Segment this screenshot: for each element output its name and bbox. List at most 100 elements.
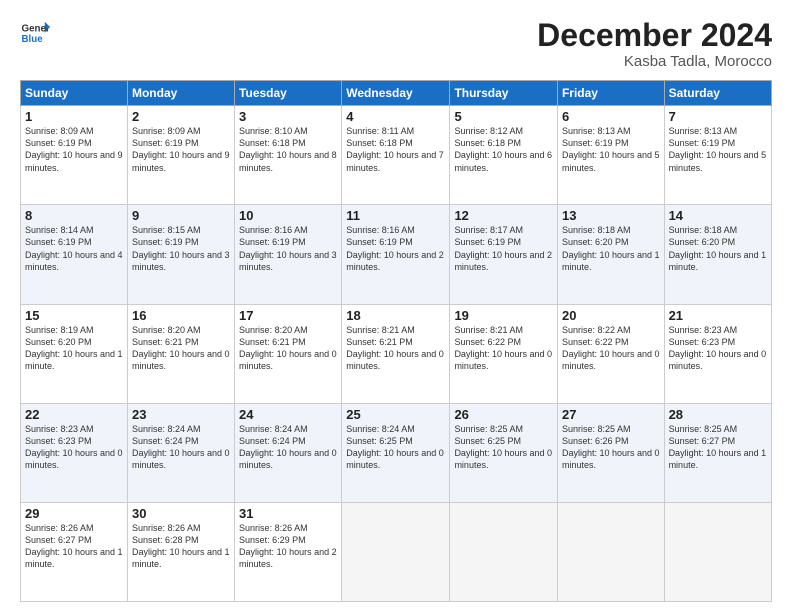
day-number: 20 xyxy=(562,308,660,323)
calendar-cell: 26Sunrise: 8:25 AMSunset: 6:25 PMDayligh… xyxy=(450,403,558,502)
day-info: Sunrise: 8:09 AMSunset: 6:19 PMDaylight:… xyxy=(25,125,123,174)
calendar-week-row: 8Sunrise: 8:14 AMSunset: 6:19 PMDaylight… xyxy=(21,205,772,304)
calendar-cell xyxy=(450,502,558,601)
calendar-cell: 27Sunrise: 8:25 AMSunset: 6:26 PMDayligh… xyxy=(557,403,664,502)
calendar-cell: 13Sunrise: 8:18 AMSunset: 6:20 PMDayligh… xyxy=(557,205,664,304)
day-number: 6 xyxy=(562,109,660,124)
day-number: 3 xyxy=(239,109,337,124)
day-number: 30 xyxy=(132,506,230,521)
day-number: 10 xyxy=(239,208,337,223)
day-info: Sunrise: 8:18 AMSunset: 6:20 PMDaylight:… xyxy=(562,224,660,273)
calendar-cell: 11Sunrise: 8:16 AMSunset: 6:19 PMDayligh… xyxy=(342,205,450,304)
day-info: Sunrise: 8:12 AMSunset: 6:18 PMDaylight:… xyxy=(454,125,553,174)
day-info: Sunrise: 8:13 AMSunset: 6:19 PMDaylight:… xyxy=(669,125,767,174)
day-number: 4 xyxy=(346,109,445,124)
day-info: Sunrise: 8:26 AMSunset: 6:28 PMDaylight:… xyxy=(132,522,230,571)
day-info: Sunrise: 8:24 AMSunset: 6:24 PMDaylight:… xyxy=(132,423,230,472)
day-info: Sunrise: 8:09 AMSunset: 6:19 PMDaylight:… xyxy=(132,125,230,174)
calendar-cell: 8Sunrise: 8:14 AMSunset: 6:19 PMDaylight… xyxy=(21,205,128,304)
calendar-cell xyxy=(664,502,771,601)
day-number: 19 xyxy=(454,308,553,323)
day-info: Sunrise: 8:24 AMSunset: 6:25 PMDaylight:… xyxy=(346,423,445,472)
calendar-cell: 23Sunrise: 8:24 AMSunset: 6:24 PMDayligh… xyxy=(127,403,234,502)
calendar-cell: 17Sunrise: 8:20 AMSunset: 6:21 PMDayligh… xyxy=(235,304,342,403)
day-info: Sunrise: 8:25 AMSunset: 6:27 PMDaylight:… xyxy=(669,423,767,472)
calendar-cell: 16Sunrise: 8:20 AMSunset: 6:21 PMDayligh… xyxy=(127,304,234,403)
day-number: 17 xyxy=(239,308,337,323)
day-info: Sunrise: 8:16 AMSunset: 6:19 PMDaylight:… xyxy=(239,224,337,273)
day-info: Sunrise: 8:15 AMSunset: 6:19 PMDaylight:… xyxy=(132,224,230,273)
day-number: 12 xyxy=(454,208,553,223)
calendar-cell: 6Sunrise: 8:13 AMSunset: 6:19 PMDaylight… xyxy=(557,106,664,205)
main-title: December 2024 xyxy=(537,18,772,53)
day-info: Sunrise: 8:11 AMSunset: 6:18 PMDaylight:… xyxy=(346,125,445,174)
day-number: 14 xyxy=(669,208,767,223)
day-number: 26 xyxy=(454,407,553,422)
day-number: 28 xyxy=(669,407,767,422)
day-info: Sunrise: 8:18 AMSunset: 6:20 PMDaylight:… xyxy=(669,224,767,273)
title-area: December 2024 Kasba Tadla, Morocco xyxy=(537,18,772,70)
subtitle: Kasba Tadla, Morocco xyxy=(537,53,772,70)
calendar-cell xyxy=(557,502,664,601)
day-number: 31 xyxy=(239,506,337,521)
calendar-week-row: 29Sunrise: 8:26 AMSunset: 6:27 PMDayligh… xyxy=(21,502,772,601)
calendar-cell: 21Sunrise: 8:23 AMSunset: 6:23 PMDayligh… xyxy=(664,304,771,403)
day-info: Sunrise: 8:14 AMSunset: 6:19 PMDaylight:… xyxy=(25,224,123,273)
day-number: 5 xyxy=(454,109,553,124)
day-number: 24 xyxy=(239,407,337,422)
calendar-cell: 31Sunrise: 8:26 AMSunset: 6:29 PMDayligh… xyxy=(235,502,342,601)
day-info: Sunrise: 8:25 AMSunset: 6:26 PMDaylight:… xyxy=(562,423,660,472)
page: General Blue December 2024 Kasba Tadla, … xyxy=(0,0,792,612)
calendar-cell: 9Sunrise: 8:15 AMSunset: 6:19 PMDaylight… xyxy=(127,205,234,304)
day-number: 23 xyxy=(132,407,230,422)
header-row: Sunday Monday Tuesday Wednesday Thursday… xyxy=(21,81,772,106)
calendar-week-row: 1Sunrise: 8:09 AMSunset: 6:19 PMDaylight… xyxy=(21,106,772,205)
day-number: 16 xyxy=(132,308,230,323)
day-number: 15 xyxy=(25,308,123,323)
day-number: 8 xyxy=(25,208,123,223)
calendar-cell: 25Sunrise: 8:24 AMSunset: 6:25 PMDayligh… xyxy=(342,403,450,502)
calendar-cell: 15Sunrise: 8:19 AMSunset: 6:20 PMDayligh… xyxy=(21,304,128,403)
calendar-cell: 24Sunrise: 8:24 AMSunset: 6:24 PMDayligh… xyxy=(235,403,342,502)
col-friday: Friday xyxy=(557,81,664,106)
calendar-table: Sunday Monday Tuesday Wednesday Thursday… xyxy=(20,80,772,602)
day-info: Sunrise: 8:17 AMSunset: 6:19 PMDaylight:… xyxy=(454,224,553,273)
day-info: Sunrise: 8:10 AMSunset: 6:18 PMDaylight:… xyxy=(239,125,337,174)
calendar-cell: 10Sunrise: 8:16 AMSunset: 6:19 PMDayligh… xyxy=(235,205,342,304)
calendar-cell: 20Sunrise: 8:22 AMSunset: 6:22 PMDayligh… xyxy=(557,304,664,403)
day-number: 11 xyxy=(346,208,445,223)
day-info: Sunrise: 8:21 AMSunset: 6:21 PMDaylight:… xyxy=(346,324,445,373)
day-info: Sunrise: 8:13 AMSunset: 6:19 PMDaylight:… xyxy=(562,125,660,174)
day-number: 18 xyxy=(346,308,445,323)
day-number: 22 xyxy=(25,407,123,422)
day-number: 9 xyxy=(132,208,230,223)
day-info: Sunrise: 8:19 AMSunset: 6:20 PMDaylight:… xyxy=(25,324,123,373)
day-number: 7 xyxy=(669,109,767,124)
day-number: 2 xyxy=(132,109,230,124)
col-saturday: Saturday xyxy=(664,81,771,106)
col-tuesday: Tuesday xyxy=(235,81,342,106)
day-info: Sunrise: 8:25 AMSunset: 6:25 PMDaylight:… xyxy=(454,423,553,472)
calendar-cell: 2Sunrise: 8:09 AMSunset: 6:19 PMDaylight… xyxy=(127,106,234,205)
day-info: Sunrise: 8:26 AMSunset: 6:29 PMDaylight:… xyxy=(239,522,337,571)
calendar-week-row: 15Sunrise: 8:19 AMSunset: 6:20 PMDayligh… xyxy=(21,304,772,403)
calendar-cell: 30Sunrise: 8:26 AMSunset: 6:28 PMDayligh… xyxy=(127,502,234,601)
day-number: 29 xyxy=(25,506,123,521)
calendar-cell: 14Sunrise: 8:18 AMSunset: 6:20 PMDayligh… xyxy=(664,205,771,304)
day-number: 21 xyxy=(669,308,767,323)
day-number: 25 xyxy=(346,407,445,422)
calendar-cell: 1Sunrise: 8:09 AMSunset: 6:19 PMDaylight… xyxy=(21,106,128,205)
day-info: Sunrise: 8:23 AMSunset: 6:23 PMDaylight:… xyxy=(669,324,767,373)
day-info: Sunrise: 8:16 AMSunset: 6:19 PMDaylight:… xyxy=(346,224,445,273)
logo: General Blue xyxy=(20,18,50,48)
calendar-week-row: 22Sunrise: 8:23 AMSunset: 6:23 PMDayligh… xyxy=(21,403,772,502)
day-number: 13 xyxy=(562,208,660,223)
calendar-cell: 19Sunrise: 8:21 AMSunset: 6:22 PMDayligh… xyxy=(450,304,558,403)
col-monday: Monday xyxy=(127,81,234,106)
header: General Blue December 2024 Kasba Tadla, … xyxy=(20,18,772,70)
day-info: Sunrise: 8:20 AMSunset: 6:21 PMDaylight:… xyxy=(239,324,337,373)
calendar-cell: 18Sunrise: 8:21 AMSunset: 6:21 PMDayligh… xyxy=(342,304,450,403)
day-info: Sunrise: 8:26 AMSunset: 6:27 PMDaylight:… xyxy=(25,522,123,571)
col-wednesday: Wednesday xyxy=(342,81,450,106)
calendar-cell: 28Sunrise: 8:25 AMSunset: 6:27 PMDayligh… xyxy=(664,403,771,502)
